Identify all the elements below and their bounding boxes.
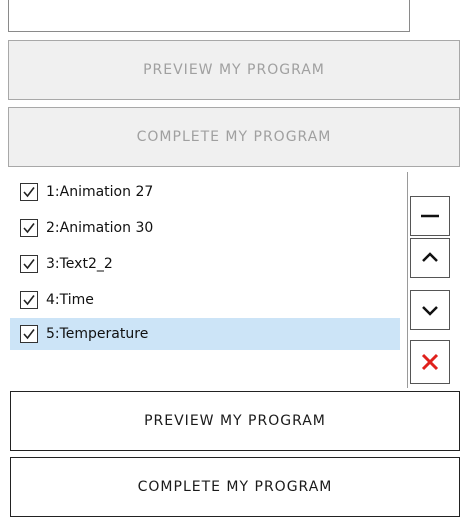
item-checkbox[interactable] — [20, 255, 38, 273]
list-item-label: 1:Animation 27 — [46, 184, 154, 200]
item-checkbox[interactable] — [20, 325, 38, 343]
complete-program-button-disabled: COMPLETE MY PROGRAM — [8, 107, 460, 167]
remove-item-button[interactable] — [410, 196, 450, 236]
list-item[interactable]: 2:Animation 30 — [10, 212, 400, 244]
item-checkbox[interactable] — [20, 291, 38, 309]
item-checkbox[interactable] — [20, 183, 38, 201]
close-icon — [421, 353, 439, 371]
list-item-label: 5:Temperature — [46, 326, 149, 342]
preview-program-label: PREVIEW MY PROGRAM — [144, 413, 326, 429]
list-item-label: 4:Time — [46, 292, 94, 308]
list-item[interactable]: 4:Time — [10, 284, 400, 316]
complete-program-label: COMPLETE MY PROGRAM — [136, 129, 332, 145]
complete-program-button[interactable]: COMPLETE MY PROGRAM — [10, 457, 460, 517]
list-item[interactable]: 1:Animation 27 — [10, 176, 400, 208]
preview-program-label: PREVIEW MY PROGRAM — [143, 62, 325, 78]
preview-program-button-disabled: PREVIEW MY PROGRAM — [8, 40, 460, 100]
move-up-button[interactable] — [410, 238, 450, 278]
list-item-label: 3:Text2_2 — [46, 256, 113, 272]
preview-program-button[interactable]: PREVIEW MY PROGRAM — [10, 391, 460, 451]
list-item-selected[interactable]: 5:Temperature — [10, 318, 400, 350]
minus-icon — [421, 214, 439, 218]
chevron-down-icon — [422, 306, 438, 316]
item-checkbox[interactable] — [20, 219, 38, 237]
list-item[interactable]: 3:Text2_2 — [10, 248, 400, 280]
complete-program-label: COMPLETE MY PROGRAM — [137, 479, 333, 495]
list-item-label: 2:Animation 30 — [46, 220, 154, 236]
chevron-up-icon — [422, 252, 438, 262]
delete-item-button[interactable] — [410, 340, 450, 384]
move-down-button[interactable] — [410, 290, 450, 330]
playlist-list[interactable]: 1:Animation 27 2:Animation 30 3:Text2_2 … — [10, 172, 408, 388]
top-input-field[interactable] — [8, 0, 410, 32]
